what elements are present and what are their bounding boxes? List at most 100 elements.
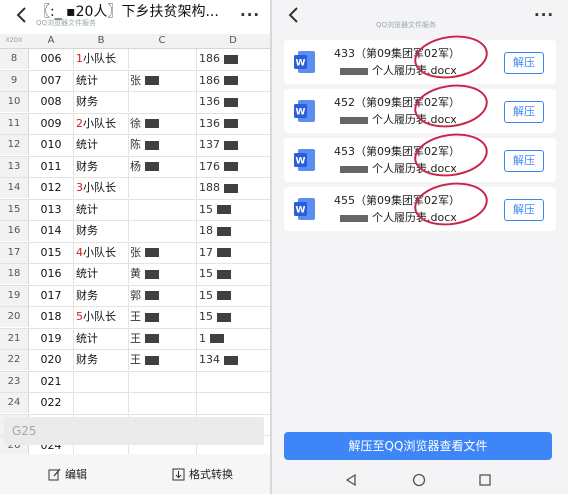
cell-a[interactable]: 021 [29, 371, 74, 392]
cell-c[interactable] [128, 393, 197, 413]
row-number[interactable]: 17 [0, 242, 29, 263]
cell-b[interactable]: 统计 [74, 70, 129, 91]
cell-a[interactable]: 009 [29, 113, 74, 134]
row-number[interactable]: 24 [0, 393, 29, 413]
cell-b[interactable]: 财务 [74, 92, 129, 112]
row-number[interactable]: 9 [0, 70, 29, 91]
table-row[interactable]: 11 009 2小队长徐 136 [0, 113, 270, 135]
table-row[interactable]: 22 020 财务 王 134 [0, 350, 270, 372]
cell-d[interactable]: 186 [197, 71, 270, 91]
row-number[interactable]: 14 [0, 178, 29, 198]
column-header-a[interactable]: A [29, 34, 73, 48]
unzip-button[interactable]: 解压 [504, 101, 544, 123]
column-header-b[interactable]: B [74, 34, 128, 48]
row-number[interactable]: 11 [0, 113, 29, 134]
table-row[interactable]: 24 022 [0, 393, 270, 415]
extract-to-browser-button[interactable]: 解压至QQ浏览器查看文件 [284, 432, 552, 460]
cell-c[interactable]: 王 [128, 350, 197, 370]
cell-b[interactable]: 5小队长 [74, 307, 129, 327]
cell-c[interactable] [128, 92, 197, 112]
cell-d[interactable] [197, 393, 270, 413]
cell-d[interactable]: 137 [197, 135, 270, 155]
cell-c[interactable] [128, 221, 197, 241]
cell-a[interactable]: 008 [29, 92, 74, 112]
row-number[interactable]: 22 [0, 350, 29, 370]
row-number[interactable]: 8 [0, 49, 29, 69]
cell-a[interactable]: 010 [29, 135, 74, 155]
cell-c[interactable]: 杨 [128, 156, 197, 177]
cell-a[interactable]: 014 [29, 221, 74, 241]
back-arrow-icon[interactable] [284, 5, 304, 25]
cell-b[interactable]: 1小队长 [74, 49, 129, 69]
cell-d[interactable]: 186 [197, 49, 270, 69]
cell-d[interactable]: 15 [197, 264, 270, 284]
cell-d[interactable]: 188 [197, 178, 270, 198]
table-row[interactable]: 16 014 财务 18 [0, 221, 270, 243]
nav-back-icon[interactable] [344, 473, 358, 487]
cell-b[interactable]: 财务 [74, 350, 129, 370]
cell-d[interactable]: 176 [197, 157, 270, 177]
cell-b[interactable]: 财务 [74, 285, 129, 306]
more-icon[interactable]: ··· [534, 6, 554, 24]
cell-c[interactable]: 王 [128, 307, 197, 327]
table-row[interactable]: 19 017 财务 郭 15 [0, 285, 270, 307]
back-arrow-icon[interactable] [12, 5, 32, 25]
table-row[interactable]: 18 016 统计 黄 15 [0, 264, 270, 286]
cell-c[interactable]: 陈 [128, 135, 197, 155]
cell-reference-box[interactable]: G25 [4, 417, 264, 445]
row-number[interactable]: 18 [0, 264, 29, 284]
edit-button[interactable]: 编辑 [48, 464, 87, 484]
cell-d[interactable]: 18 [197, 221, 270, 241]
table-row[interactable]: 20 018 5小队长王 15 [0, 307, 270, 329]
unzip-button[interactable]: 解压 [504, 52, 544, 74]
row-number[interactable]: 19 [0, 285, 29, 306]
file-item[interactable]: W 452（第09集团军02军） 个人履历表.docx 解压 [284, 80, 556, 133]
cell-c[interactable] [128, 49, 197, 69]
cell-c[interactable]: 张 [128, 242, 197, 263]
table-row[interactable]: 21 019 统计 王 1 [0, 328, 270, 350]
row-number[interactable]: 20 [0, 307, 29, 327]
cell-b[interactable]: 统计 [74, 328, 129, 349]
more-icon[interactable]: ··· [240, 6, 260, 24]
row-number[interactable]: 21 [0, 328, 29, 349]
cell-a[interactable]: 012 [29, 178, 74, 198]
cell-b[interactable]: 3小队长 [74, 178, 129, 198]
cell-b[interactable]: 统计 [74, 264, 129, 284]
cell-c[interactable]: 徐 [128, 113, 197, 134]
nav-recent-icon[interactable] [478, 473, 492, 487]
cell-b[interactable]: 统计 [74, 199, 129, 220]
row-number[interactable]: 10 [0, 92, 29, 112]
cell-c[interactable] [128, 178, 197, 198]
cell-b[interactable]: 2小队长 [74, 113, 129, 134]
cell-d[interactable]: 1 [197, 329, 270, 349]
cell-c[interactable] [128, 371, 197, 392]
cell-c[interactable]: 郭 [128, 285, 197, 306]
cell-a[interactable]: 006 [29, 49, 74, 69]
cell-d[interactable]: 136 [197, 114, 270, 134]
row-number[interactable]: 23 [0, 371, 29, 392]
unzip-button[interactable]: 解压 [504, 150, 544, 172]
cell-a[interactable]: 011 [29, 156, 74, 177]
table-row[interactable]: 10 008 财务 136 [0, 92, 270, 114]
cell-d[interactable]: 15 [197, 307, 270, 327]
row-number[interactable]: 16 [0, 221, 29, 241]
cell-a[interactable]: 007 [29, 70, 74, 91]
cell-a[interactable]: 017 [29, 285, 74, 306]
file-item[interactable]: W 455（第09集团军02军） 个人履历表.docx 解压 [284, 178, 556, 231]
cell-b[interactable] [74, 393, 129, 413]
cell-d[interactable]: 15 [197, 286, 270, 306]
cell-b[interactable] [74, 371, 129, 392]
cell-a[interactable]: 015 [29, 242, 74, 263]
cell-b[interactable]: 4小队长 [74, 242, 129, 263]
cell-b[interactable]: 统计 [74, 135, 129, 155]
cell-c[interactable]: 王 [128, 328, 197, 349]
table-row[interactable]: 13 011 财务 杨 176 [0, 156, 270, 178]
file-item[interactable]: W 453（第09集团军02军） 个人履历表.docx 解压 [284, 129, 556, 182]
convert-format-button[interactable]: 格式转换 [172, 464, 233, 484]
cell-d[interactable]: 134 [197, 350, 270, 370]
table-row[interactable]: 9 007 统计 张 186 [0, 70, 270, 92]
file-item[interactable]: W 433（第09集团军02军） 个人履历表.docx 解压 [284, 31, 556, 84]
table-row[interactable]: 23 021 [0, 371, 270, 393]
cell-c[interactable] [128, 199, 197, 220]
cell-c[interactable]: 黄 [128, 264, 197, 284]
